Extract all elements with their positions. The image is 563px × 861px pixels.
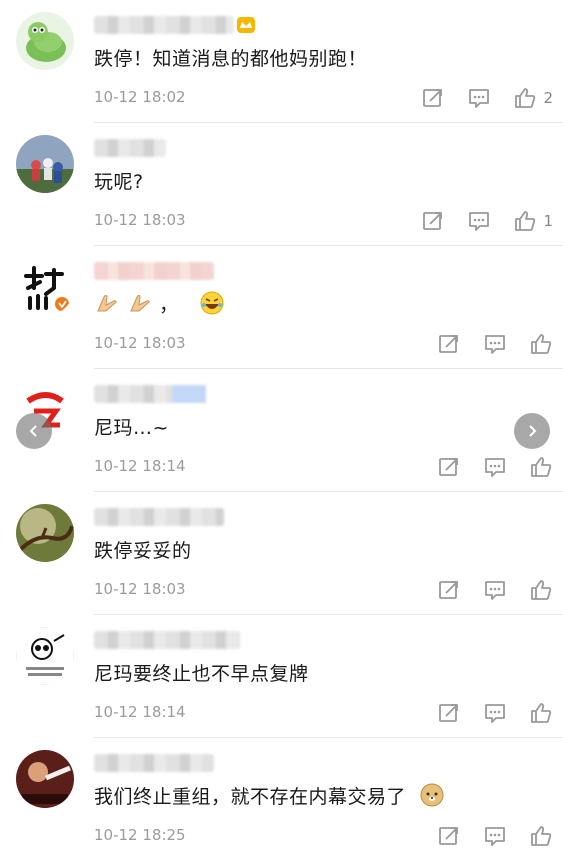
avatar[interactable] [16,12,74,70]
prev-button[interactable] [16,413,52,449]
comment-icon [485,827,505,846]
comment-actions [415,332,553,356]
thumbs-up-icon [515,88,536,108]
hand-emoji-icon [94,291,120,320]
like-button[interactable] [529,332,553,356]
comment-item: 跌停妥妥的 10-12 18:03 [0,492,563,615]
share-button[interactable] [437,332,461,356]
comment-text: 尼玛要终止也不早点复牌 [94,663,309,685]
share-button[interactable] [437,701,461,725]
thumbs-up-icon [515,211,536,231]
comment-text: 玩呢? [94,171,144,193]
username-blurred[interactable] [94,139,166,157]
comment-icon [469,89,490,108]
share-button[interactable] [437,578,461,602]
comment-item: 尼玛要终止也不早点复牌 10-12 18:14 [0,615,563,738]
comment-text: 跌停！知道消息的都他妈别跑！ [94,48,368,70]
share-button[interactable] [421,86,445,110]
thumbs-up-icon [531,703,552,723]
thumbs-up-icon [531,457,552,477]
comment-item: ， 10-12 18:03 [0,246,563,369]
thumbs-up-icon [531,580,552,600]
comment-actions [415,824,553,848]
comment-button[interactable] [483,578,507,602]
comment-button[interactable] [483,701,507,725]
comment-actions: 2 [399,86,553,110]
comment-icon [485,581,505,600]
share-icon [439,458,458,476]
doge-emoji-icon [419,782,445,813]
next-button[interactable] [514,413,550,449]
share-button[interactable] [437,455,461,479]
comment-button[interactable] [467,86,491,110]
comment-button[interactable] [483,332,507,356]
hand-emoji-icon [127,291,153,320]
comment-time: 10-12 18:03 [94,334,186,352]
like-button[interactable] [529,455,553,479]
share-icon [439,704,458,722]
like-button[interactable]: 2 [513,86,553,110]
share-icon [439,335,458,353]
share-button[interactable] [437,824,461,848]
comment-text: ， [94,290,225,321]
thumbs-up-icon [531,826,552,846]
share-icon [423,212,443,230]
share-button[interactable] [421,209,445,233]
comment-icon [469,212,490,231]
comment-actions [415,578,553,602]
comment-text: 尼玛…~ [94,417,169,439]
username-blurred[interactable] [94,631,240,649]
comment-text: 跌停妥妥的 [94,540,192,562]
share-icon [439,581,458,599]
crown-badge-icon [236,16,256,34]
username-blurred[interactable] [94,16,234,34]
comment-actions [415,701,553,725]
share-icon [439,827,458,845]
comment-time: 10-12 18:03 [94,211,186,229]
avatar[interactable] [16,135,74,193]
comment-icon [485,458,505,477]
like-count: 2 [543,89,553,107]
like-button[interactable] [529,824,553,848]
comment-time: 10-12 18:02 [94,88,186,106]
chevron-left-icon [29,425,37,437]
chevron-right-icon [529,425,537,437]
comment-item: 玩呢? 10-12 18:03 1 [0,123,563,246]
comment-button[interactable] [467,209,491,233]
avatar[interactable] [16,258,74,316]
share-icon [423,89,443,107]
username-blurred[interactable] [94,754,214,772]
comment-actions [415,455,553,479]
like-button[interactable] [529,701,553,725]
avatar[interactable] [16,750,74,808]
like-button[interactable] [529,578,553,602]
comment-time: 10-12 18:25 [94,826,186,844]
thumbs-up-icon [531,334,552,354]
comment-text: 我们终止重组，就不存在内幕交易了 [94,782,445,813]
comment-button[interactable] [483,824,507,848]
avatar[interactable] [16,504,74,562]
comment-time: 10-12 18:14 [94,703,186,721]
comment-time: 10-12 18:14 [94,457,186,475]
comment-text-part: 我们终止重组，就不存在内幕交易了 [94,786,407,808]
avatar[interactable] [16,627,74,685]
comment-icon [485,704,505,723]
comment-icon [485,335,505,354]
laughing-emoji-icon [199,290,225,321]
username-blurred[interactable] [94,262,214,280]
username-blurred[interactable] [94,385,206,403]
comment-actions: 1 [399,209,553,233]
like-button[interactable]: 1 [513,209,553,233]
comment-button[interactable] [483,455,507,479]
comment-time: 10-12 18:03 [94,580,186,598]
like-count: 1 [543,212,553,230]
comment-item: 跌停！知道消息的都他妈别跑！ 10-12 18:02 2 [0,0,563,123]
username-blurred[interactable] [94,508,224,526]
comment-text-part: ， [159,294,179,316]
comment-item: 尼玛…~ 10-12 18:14 [0,369,563,492]
comment-item: 我们终止重组，就不存在内幕交易了 10-12 18:25 [0,738,563,861]
